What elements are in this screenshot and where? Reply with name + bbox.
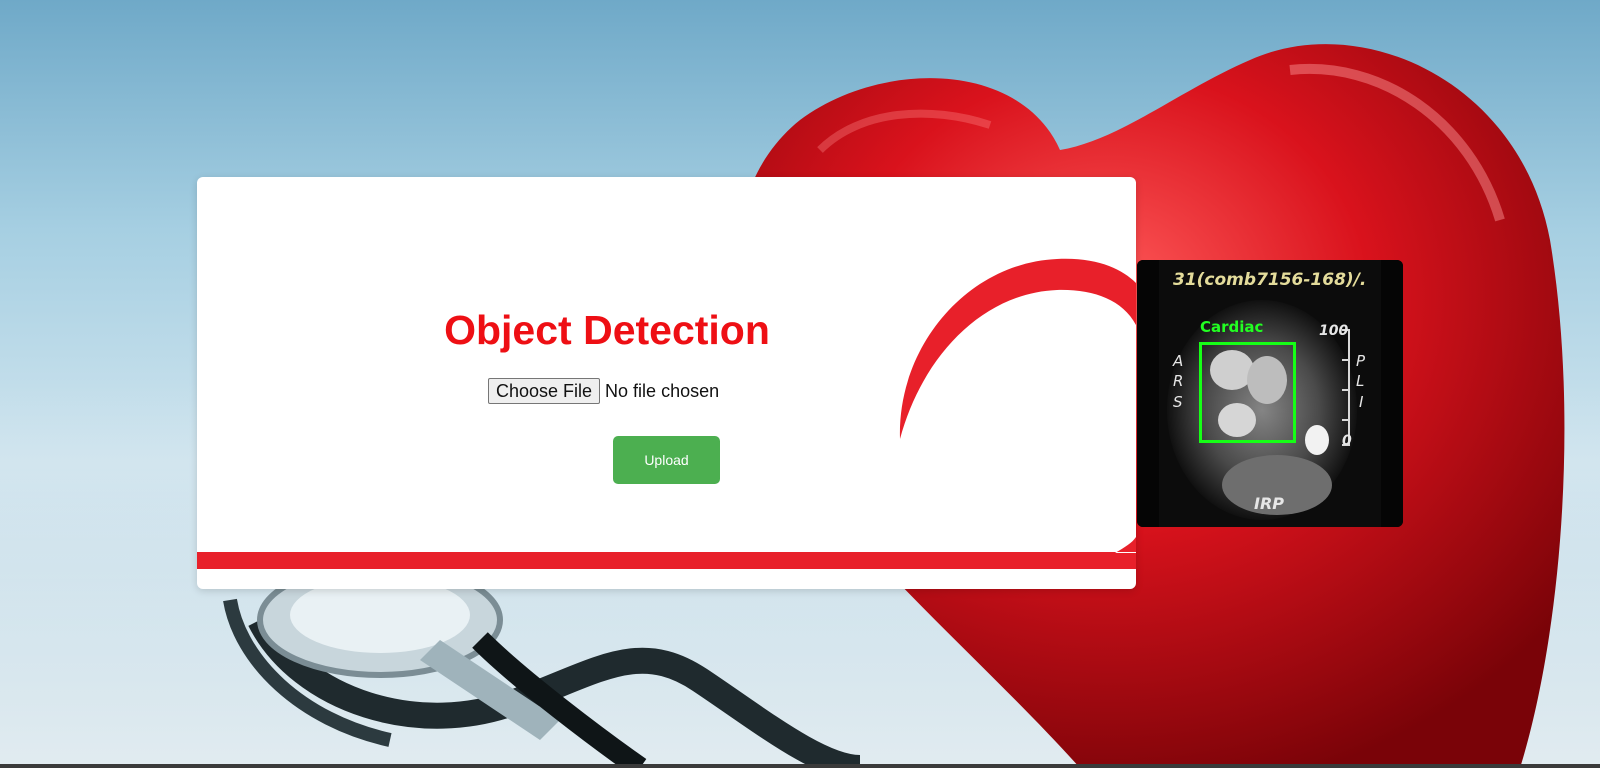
upload-card: Object Detection Choose File No file cho…	[197, 177, 1136, 589]
orientation-label-a: A	[1173, 352, 1184, 370]
page-title: Object Detection	[444, 307, 770, 353]
orientation-label-r: R	[1173, 372, 1184, 390]
file-input[interactable]: Choose File No file chosen	[488, 378, 719, 404]
scan-header-text: 31(comb7156-168)/.	[1173, 270, 1367, 290]
scale-max-label: 100	[1319, 323, 1349, 339]
detection-result-image: 31(comb7156-168)/. Cardiac 100 0 A R S P…	[1137, 260, 1403, 527]
file-status-text: No file chosen	[605, 380, 720, 401]
detection-label: Cardiac	[1200, 318, 1264, 336]
scale-min-label: 0	[1342, 433, 1352, 449]
orientation-label-s: S	[1173, 393, 1183, 411]
bottom-edge	[0, 764, 1600, 768]
choose-file-button[interactable]: Choose File	[488, 378, 601, 404]
orientation-label-i: I	[1359, 393, 1364, 411]
upload-button[interactable]: Upload	[613, 436, 720, 484]
detection-bounding-box	[1199, 342, 1296, 443]
orientation-label-p: P	[1356, 352, 1366, 370]
scan-footer-text: IRP	[1254, 494, 1284, 513]
orientation-label-l: L	[1356, 372, 1365, 390]
